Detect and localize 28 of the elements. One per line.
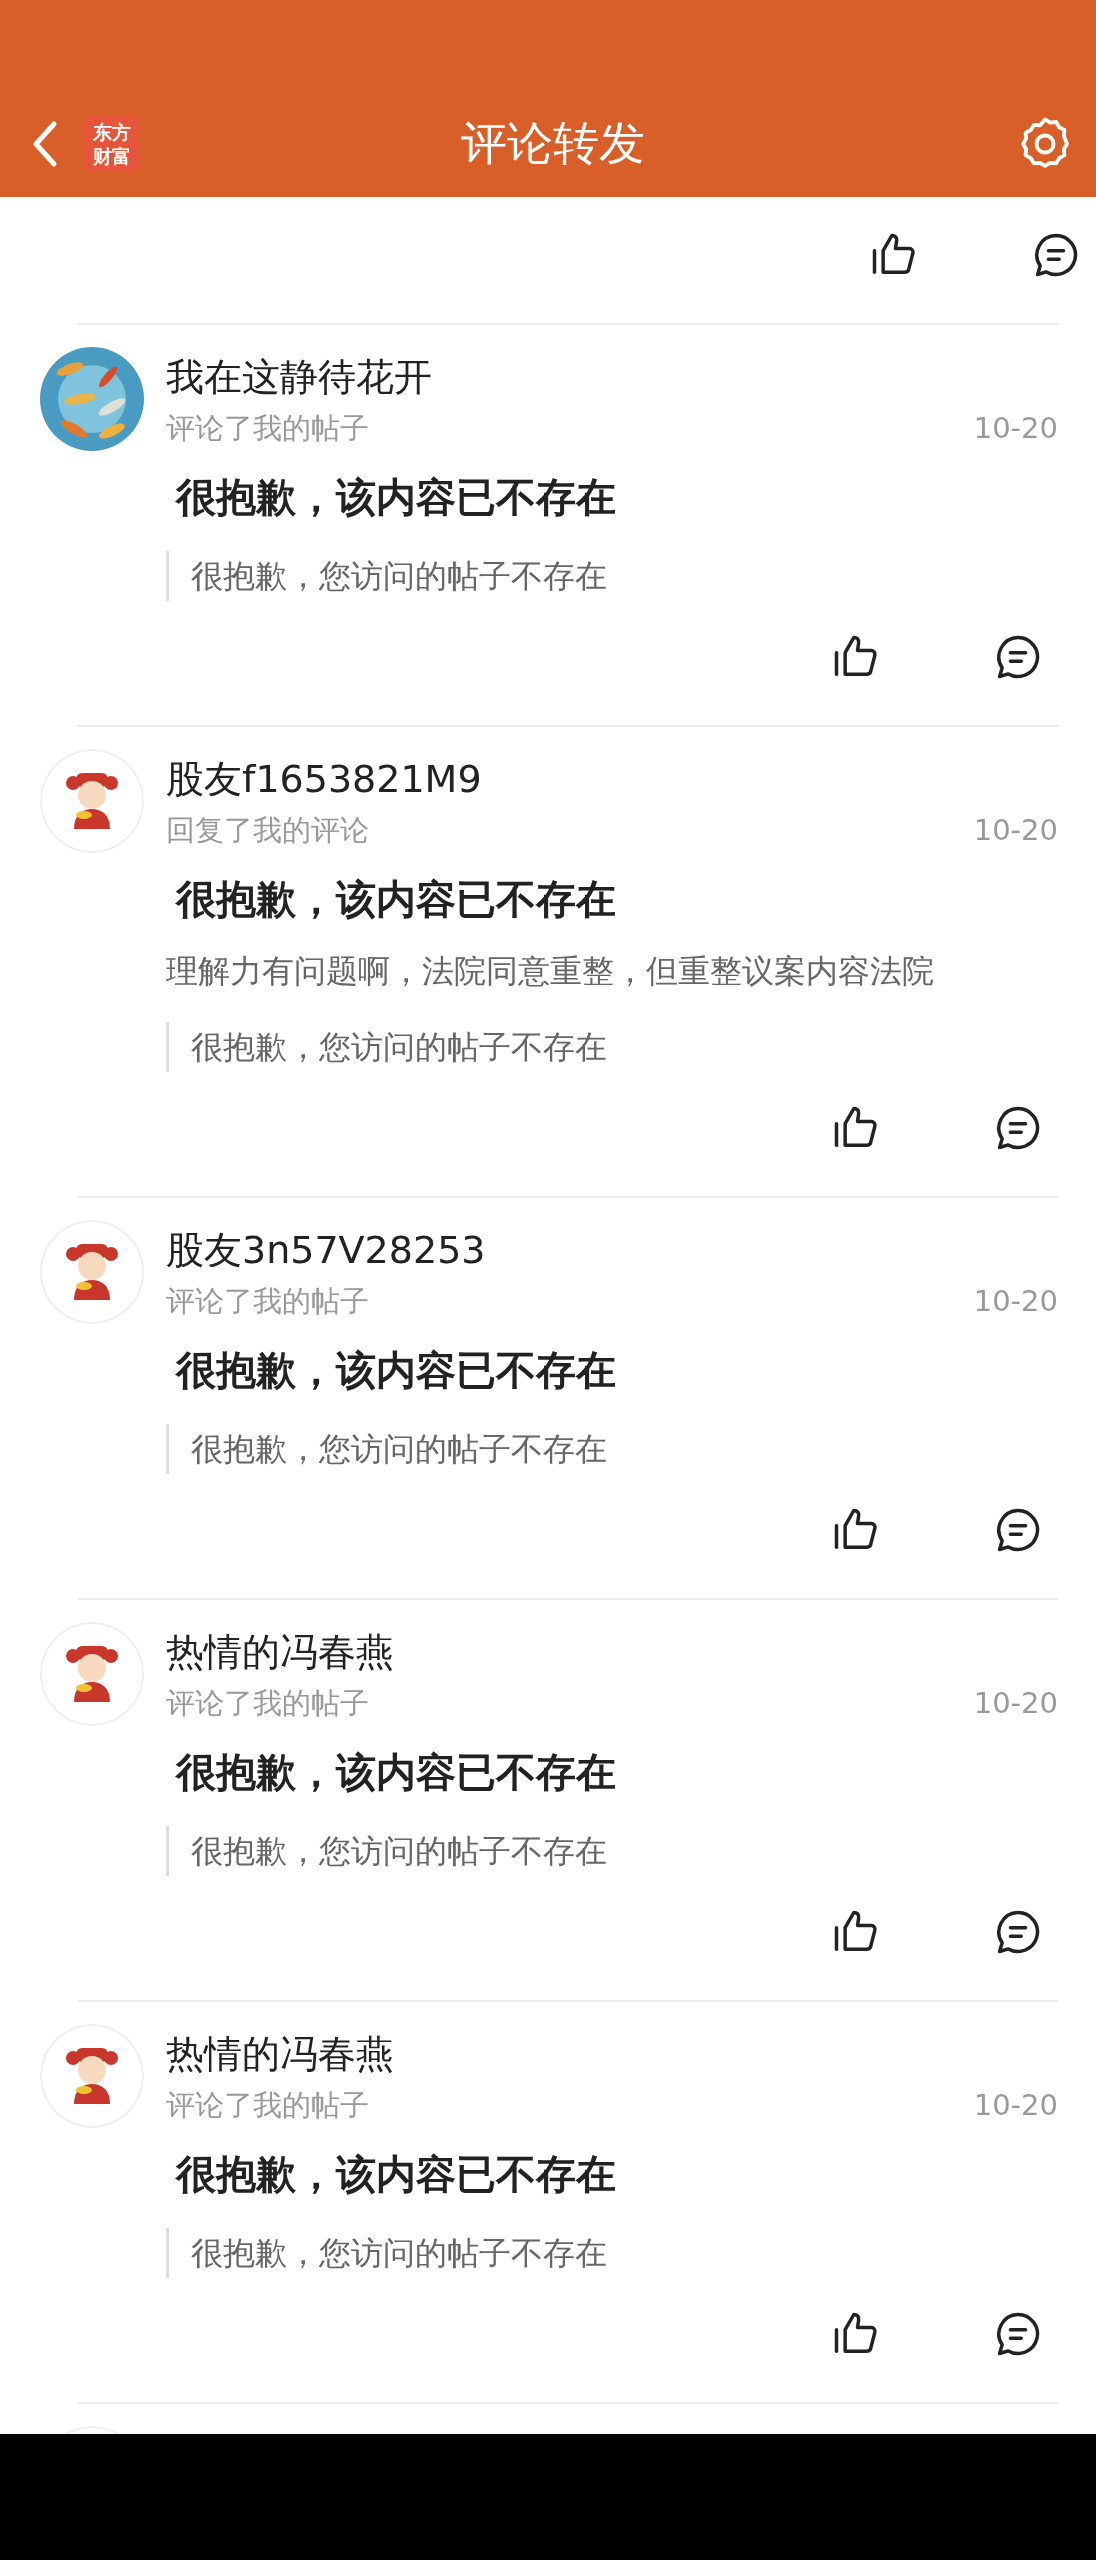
quoted-post[interactable]: 很抱歉，您访问的帖子不存在 (166, 1424, 607, 1474)
date-text: 10-20 (973, 1685, 1058, 1722)
action-text: 评论了我的帖子 (166, 2087, 369, 2124)
user-name[interactable]: 热情的冯春燕 (166, 2024, 1058, 2084)
comment-text: 很抱歉，该内容已不存在 (176, 473, 617, 522)
quoted-post[interactable]: 很抱歉，您访问的帖子不存在 (166, 2228, 607, 2278)
action-text: 评论了我的帖子 (166, 1685, 369, 1722)
comment-text: 很抱歉，该内容已不存在 (176, 2150, 617, 2199)
user-name[interactable]: 热情的冯春燕 (166, 1622, 1058, 1682)
action-text: 评论了我的帖子 (166, 1283, 369, 1320)
page-title: 评论转发 (461, 114, 645, 172)
date-text: 10-20 (973, 1283, 1058, 1320)
user-name[interactable]: 股友f1653821M9 (166, 749, 1058, 809)
quoted-post[interactable]: 很抱歉，您访问的帖子不存在 (166, 551, 607, 601)
date-text: 10-20 (973, 2087, 1058, 2124)
quoted-post[interactable]: 很抱歉，您访问的帖子不存在 (166, 1826, 607, 1876)
action-text: 回复了我的评论 (166, 812, 369, 849)
comment-text: 很抱歉，该内容已不存在 (176, 1346, 617, 1395)
quoted-post[interactable]: 很抱歉，您访问的帖子不存在 (166, 1022, 607, 1072)
user-name[interactable]: 我在这静待花开 (166, 347, 1058, 407)
logo[interactable]: 东方 财富 (84, 115, 140, 172)
date-text: 10-20 (973, 410, 1058, 447)
action-text: 评论了我的帖子 (166, 410, 369, 447)
date-text: 10-20 (973, 812, 1058, 849)
comment-text: 很抱歉，该内容已不存在 (176, 875, 617, 924)
reply-text: 理解力有问题啊，法院同意重整，但重整议案内容法院 (166, 951, 935, 992)
user-name[interactable]: 股友3n57V28253 (166, 1220, 1058, 1280)
comment-text: 很抱歉，该内容已不存在 (176, 1748, 617, 1797)
